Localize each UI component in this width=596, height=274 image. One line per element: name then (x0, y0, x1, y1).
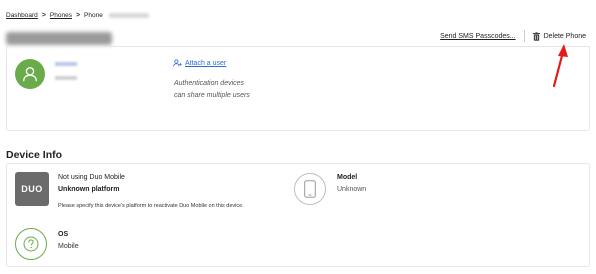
breadcrumb-phones-link[interactable]: Phones (50, 12, 72, 19)
breadcrumb-phone-current: Phone (84, 12, 103, 19)
model-label: Model (337, 174, 358, 181)
phone-icon (294, 173, 326, 205)
user-name-redacted[interactable] (55, 62, 77, 66)
send-sms-passcodes-link[interactable]: Send SMS Passcodes... (440, 33, 515, 40)
platform-help-text: Please specify this device's platform to… (58, 203, 244, 209)
auth-devices-note: Authentication devices can share multipl… (174, 80, 250, 99)
question-circle-icon (15, 228, 47, 260)
header-actions: Send SMS Passcodes... Delete Phone (440, 30, 586, 42)
model-value: Unknown (337, 186, 367, 193)
breadcrumb-separator: > (75, 12, 81, 19)
device-info-card: DUO Not using Duo Mobile Unknown platfor… (6, 163, 590, 267)
duo-mobile-status: Not using Duo Mobile (58, 174, 125, 181)
breadcrumb-dashboard-link[interactable]: Dashboard (6, 12, 38, 19)
add-user-icon (173, 59, 182, 67)
user-silhouette-icon (15, 59, 45, 89)
device-info-heading: Device Info (6, 149, 63, 161)
platform-value: Unknown platform (58, 186, 120, 193)
duo-logo: DUO (15, 172, 49, 206)
os-label: OS (58, 231, 69, 238)
actions-divider (523, 30, 525, 42)
page-title-redacted (6, 32, 112, 45)
trash-icon (532, 31, 540, 41)
annotation-arrow (552, 44, 568, 88)
breadcrumb-redacted-number (108, 13, 149, 18)
breadcrumb: Dashboard > Phones > Phone (6, 12, 149, 19)
delete-phone-button[interactable]: Delete Phone (532, 31, 586, 41)
delete-phone-label: Delete Phone (543, 32, 586, 40)
attached-users-card: Attach a user Authentication devices can… (6, 47, 590, 131)
os-value: Mobile (58, 243, 79, 250)
attach-user-label: Attach a user (185, 59, 227, 67)
user-detail-redacted (55, 76, 77, 80)
breadcrumb-separator: > (41, 12, 46, 19)
attach-user-link[interactable]: Attach a user (173, 59, 226, 67)
